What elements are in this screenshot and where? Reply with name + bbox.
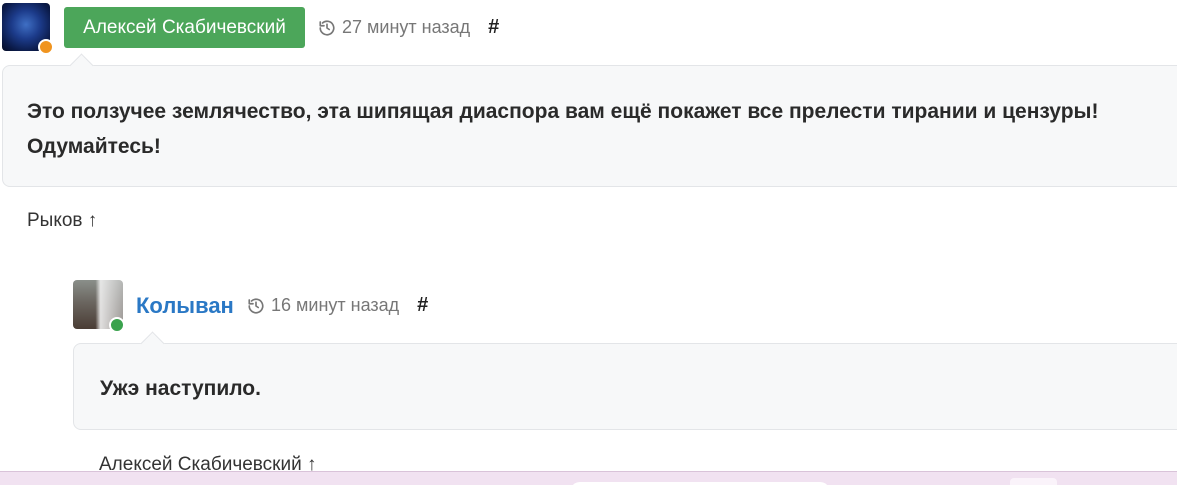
bottom-bar <box>0 471 1177 485</box>
bottom-bar-button[interactable] <box>1010 478 1057 485</box>
reply-to-link[interactable]: Рыков ↑ <box>27 210 97 232</box>
status-online-icon <box>109 317 125 333</box>
status-online-icon <box>38 39 54 55</box>
comment-meta: 16 минут назад # <box>247 294 428 317</box>
avatar[interactable] <box>2 3 54 55</box>
author-name-badge[interactable]: Алексей Скабичевский <box>64 7 305 48</box>
author-name-link[interactable]: Колыван <box>136 293 234 319</box>
comment-body: Ужэ наступило. <box>73 343 1177 430</box>
comment-meta: 27 минут назад # <box>318 16 499 39</box>
comment-text: Ужэ наступило. <box>100 377 261 400</box>
history-icon <box>248 297 264 314</box>
comment-time[interactable]: 16 минут назад <box>271 295 399 316</box>
permalink[interactable]: # <box>417 294 428 317</box>
history-icon <box>319 19 335 36</box>
comments-page: Алексей Скабичевский 27 минут назад # Эт… <box>0 0 1177 485</box>
comment-time[interactable]: 27 минут назад <box>342 17 470 38</box>
comment-text: Это ползучее землячество, эта шипящая ди… <box>27 100 1099 158</box>
permalink[interactable]: # <box>488 16 499 39</box>
avatar[interactable] <box>73 280 125 333</box>
comment-body: Это ползучее землячество, эта шипящая ди… <box>2 65 1177 187</box>
